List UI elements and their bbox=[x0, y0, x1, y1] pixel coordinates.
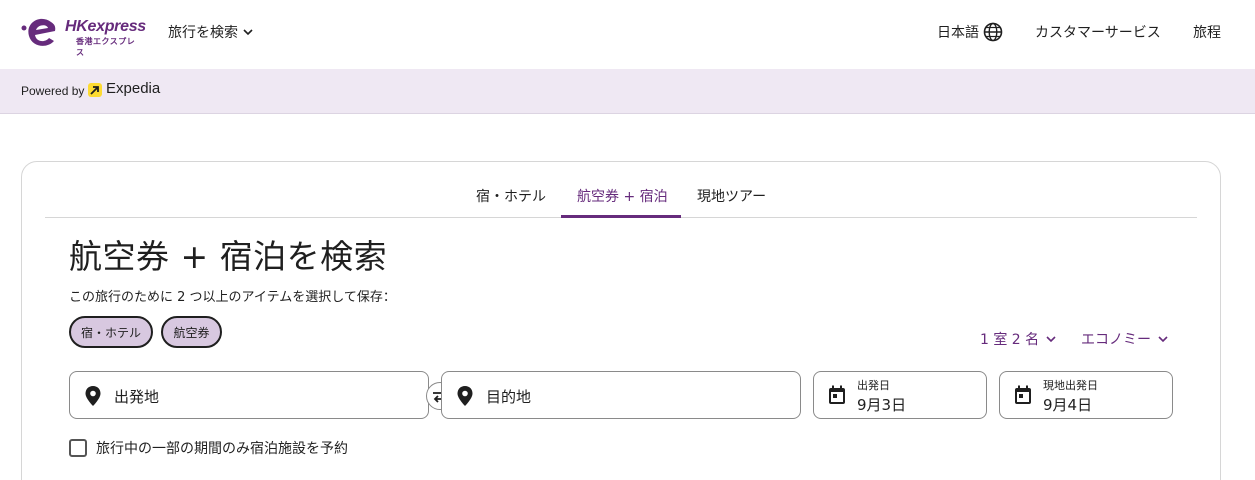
location-pin-icon bbox=[457, 386, 473, 406]
tab-activities[interactable]: 現地ツアー bbox=[697, 186, 766, 206]
search-trips-label: 旅行を検索 bbox=[168, 25, 238, 41]
travelers-dropdown[interactable]: 1 室 2 名 bbox=[980, 329, 1057, 349]
chevron-down-icon bbox=[243, 29, 253, 36]
partial-stay-checkbox[interactable] bbox=[69, 439, 87, 457]
partial-stay-label: 旅行中の一部の期間のみ宿泊施設を予約 bbox=[96, 441, 348, 457]
location-pin-icon bbox=[85, 386, 101, 406]
chip-flights-label: 航空券 bbox=[173, 325, 210, 340]
depart-date-value: 9月3日 bbox=[857, 396, 907, 414]
origin-field[interactable]: 出発地 bbox=[69, 371, 429, 419]
active-tab-indicator bbox=[561, 215, 681, 218]
return-date-value: 9月4日 bbox=[1043, 396, 1093, 414]
origin-placeholder: 出発地 bbox=[114, 388, 160, 406]
cabin-class-label: エコノミー bbox=[1081, 332, 1151, 348]
search-card: 宿・ホテル 航空券 + 宿泊 現地ツアー 航空券 + 宿泊を検索 この旅行のため… bbox=[21, 161, 1221, 480]
globe-icon bbox=[983, 22, 1003, 42]
top-navigation-bar: HKexpress 香港エクスプレス 旅行を検索 日本語 カスタマーサービス 旅… bbox=[0, 0, 1255, 69]
trips-link[interactable]: 旅程 bbox=[1193, 22, 1221, 42]
language-selector[interactable]: 日本語 bbox=[937, 22, 1003, 42]
customer-service-link[interactable]: カスタマーサービス bbox=[1035, 22, 1161, 42]
chevron-down-icon bbox=[1046, 336, 1056, 343]
return-date-field[interactable]: 現地出発日 9月4日 bbox=[999, 371, 1173, 419]
calendar-icon bbox=[829, 385, 845, 404]
hk-express-logo[interactable]: HKexpress 香港エクスプレス bbox=[21, 16, 146, 57]
page-title: 航空券 + 宿泊を検索 bbox=[69, 237, 388, 276]
tab-flight-hotel[interactable]: 航空券 + 宿泊 bbox=[577, 186, 668, 206]
return-date-label: 現地出発日 bbox=[1043, 379, 1098, 392]
customer-service-label: カスタマーサービス bbox=[1035, 25, 1161, 41]
partial-stay-option[interactable]: 旅行中の一部の期間のみ宿泊施設を予約 bbox=[69, 438, 348, 458]
calendar-icon bbox=[1015, 385, 1031, 404]
chip-stays-label: 宿・ホテル bbox=[80, 325, 141, 340]
search-tabs: 宿・ホテル 航空券 + 宿泊 現地ツアー bbox=[45, 172, 1197, 218]
chip-flights[interactable]: 航空券 bbox=[161, 316, 222, 348]
destination-field[interactable]: 目的地 bbox=[441, 371, 801, 419]
search-trips-menu[interactable]: 旅行を検索 bbox=[168, 22, 254, 42]
depart-date-label: 出発日 bbox=[857, 379, 890, 392]
travelers-label: 1 室 2 名 bbox=[980, 332, 1040, 348]
page-subtitle: この旅行のために 2 つ以上のアイテムを選択して保存： bbox=[69, 290, 396, 305]
powered-by-label: Powered by bbox=[21, 84, 85, 98]
expedia-logo-icon bbox=[88, 83, 102, 97]
cabin-class-dropdown[interactable]: エコノミー bbox=[1081, 329, 1169, 349]
chevron-down-icon bbox=[1158, 336, 1168, 343]
logo-subtext: 香港エクスプレス bbox=[76, 37, 136, 57]
destination-placeholder: 目的地 bbox=[486, 388, 532, 406]
depart-date-field[interactable]: 出発日 9月3日 bbox=[813, 371, 987, 419]
chip-stays[interactable]: 宿・ホテル bbox=[69, 316, 153, 348]
language-label: 日本語 bbox=[937, 25, 979, 41]
hk-express-e-icon bbox=[21, 18, 56, 46]
trips-label: 旅程 bbox=[1193, 25, 1221, 41]
tab-stays[interactable]: 宿・ホテル bbox=[476, 186, 546, 206]
powered-by-bar: Powered by Expedia bbox=[0, 69, 1255, 114]
expedia-brand: Expedia bbox=[106, 80, 161, 97]
logo-wordmark: HKexpress bbox=[65, 18, 146, 35]
